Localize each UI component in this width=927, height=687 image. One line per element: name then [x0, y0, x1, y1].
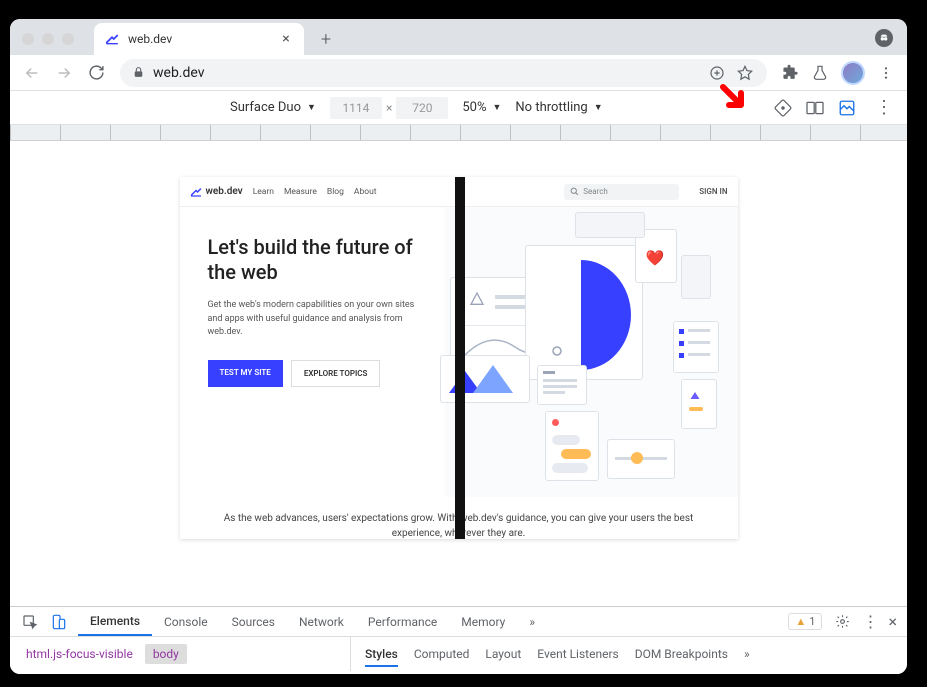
hero-illustration: ❤️	[445, 207, 738, 497]
minimize-window-button[interactable]	[42, 33, 54, 45]
devtools-menu-button[interactable]: ⋮	[862, 612, 878, 631]
tab-title: web.dev	[128, 32, 270, 46]
toggle-device-toolbar-button[interactable]	[48, 612, 68, 632]
tab-strip: web.dev × +	[10, 19, 907, 55]
device-name-label: Surface Duo	[230, 100, 301, 115]
subtab-dom-breakpoints[interactable]: DOM Breakpoints	[635, 647, 728, 661]
dimension-separator: ×	[386, 101, 392, 115]
reload-button[interactable]	[82, 59, 110, 87]
zoom-label: 50%	[462, 100, 486, 115]
site-nav: Learn Measure Blog About	[253, 187, 377, 197]
tab-console[interactable]: Console	[152, 607, 220, 636]
search-placeholder: Search	[583, 187, 608, 196]
warning-icon: ▲	[795, 615, 806, 628]
width-input[interactable]	[330, 97, 382, 119]
dual-screen-toggle-button[interactable]	[805, 98, 825, 118]
url-text: web.dev	[153, 65, 699, 81]
tab-elements[interactable]: Elements	[78, 607, 152, 636]
devtools-close-button[interactable]: ×	[888, 612, 897, 631]
new-tab-button[interactable]: +	[312, 25, 340, 53]
back-button[interactable]	[18, 59, 46, 87]
devtools-panel: Elements Console Sources Network Perform…	[10, 606, 907, 674]
subtab-styles[interactable]: Styles	[365, 647, 398, 667]
site-brand-text: web.dev	[206, 186, 243, 197]
forward-button[interactable]	[50, 59, 78, 87]
height-input[interactable]	[396, 97, 448, 119]
hero-title: Let's build the future of the web	[208, 235, 425, 285]
signin-link[interactable]: SIGN IN	[699, 187, 727, 196]
devtools-tab-bar: Elements Console Sources Network Perform…	[10, 607, 907, 637]
close-window-button[interactable]	[22, 33, 34, 45]
rotate-button[interactable]	[773, 98, 793, 118]
device-viewport: web.dev Learn Measure Blog About Search …	[10, 141, 907, 606]
browser-toolbar: web.dev	[10, 55, 907, 91]
devtools-settings-button[interactable]	[832, 612, 852, 632]
tab-favicon	[104, 31, 120, 47]
explore-topics-button[interactable]: EXPLORE TOPICS	[291, 360, 381, 387]
tab-performance[interactable]: Performance	[356, 607, 449, 636]
browser-window: web.dev × + web.dev	[10, 19, 907, 674]
site-search[interactable]: Search	[564, 184, 679, 200]
more-tabs-button[interactable]: »	[517, 607, 547, 636]
device-posture-button[interactable]	[837, 98, 857, 118]
address-bar[interactable]: web.dev	[120, 59, 767, 87]
styles-tab-bar: Styles Computed Layout Event Listeners D…	[350, 637, 907, 671]
tab-memory[interactable]: Memory	[449, 607, 517, 636]
device-toolbar-menu[interactable]: ⋮	[871, 97, 897, 118]
extensions-button[interactable]	[777, 60, 803, 86]
nav-learn[interactable]: Learn	[253, 187, 274, 197]
subtab-layout[interactable]: Layout	[485, 647, 521, 661]
hero-body: Get the web's modern capabilities on you…	[208, 299, 425, 340]
breadcrumb-html[interactable]: html.js-focus-visible	[18, 644, 141, 664]
device-hinge	[455, 177, 465, 539]
bookmark-star-icon[interactable]	[735, 63, 755, 83]
tab-sources[interactable]: Sources	[220, 607, 287, 636]
site-logo[interactable]: web.dev	[190, 186, 243, 198]
device-select[interactable]: Surface Duo▼	[230, 100, 316, 115]
browser-tab[interactable]: web.dev ×	[94, 23, 304, 55]
test-site-button[interactable]: TEST MY SITE	[208, 360, 283, 387]
throttling-label: No throttling	[515, 100, 587, 115]
browser-menu-button[interactable]	[873, 60, 899, 86]
maximize-window-button[interactable]	[62, 33, 74, 45]
devtools-sub-bar: html.js-focus-visible body Styles Comput…	[10, 637, 907, 671]
subtab-computed[interactable]: Computed	[414, 647, 470, 661]
nav-blog[interactable]: Blog	[327, 187, 344, 197]
inspect-element-button[interactable]	[20, 612, 40, 632]
hero-text-col: Let's build the future of the web Get th…	[180, 207, 445, 497]
throttling-select[interactable]: No throttling▼	[515, 100, 602, 115]
dimensions-group: ×	[330, 97, 448, 119]
window-controls	[10, 33, 86, 55]
device-toolbar: Surface Duo▼ × 50%▼ No throttling▼	[10, 91, 907, 125]
profile-indicator-icon[interactable]	[875, 29, 893, 47]
ruler	[10, 125, 907, 141]
zoom-select[interactable]: 50%▼	[462, 100, 501, 115]
breadcrumb-body[interactable]: body	[145, 644, 187, 664]
search-icon	[570, 187, 579, 196]
nav-measure[interactable]: Measure	[284, 187, 317, 197]
nav-about[interactable]: About	[354, 187, 377, 197]
lock-icon	[132, 66, 145, 79]
labs-button[interactable]	[807, 60, 833, 86]
tab-network[interactable]: Network	[287, 607, 356, 636]
zoom-indicator-icon[interactable]	[707, 63, 727, 83]
subtab-event-listeners[interactable]: Event Listeners	[537, 647, 618, 661]
warning-count: 1	[809, 615, 815, 628]
device-frame: web.dev Learn Measure Blog About Search …	[180, 177, 738, 539]
profile-avatar[interactable]	[841, 61, 865, 85]
dom-breadcrumb: html.js-focus-visible body	[10, 637, 350, 671]
more-subtabs-button[interactable]: »	[744, 647, 750, 661]
warnings-badge[interactable]: ▲ 1	[788, 613, 822, 630]
tab-close-button[interactable]: ×	[278, 31, 294, 47]
